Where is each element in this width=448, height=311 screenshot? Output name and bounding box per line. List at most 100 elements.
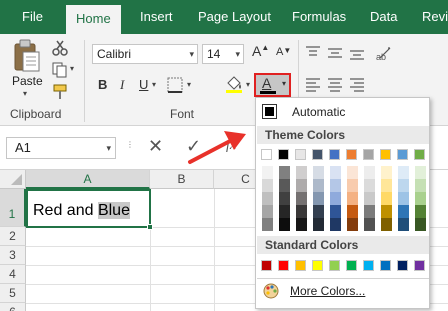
theme-shade-swatch[interactable] — [381, 205, 392, 218]
theme-shade-swatch[interactable] — [313, 205, 324, 218]
paste-button[interactable]: Paste — [12, 74, 43, 88]
theme-shade-swatch[interactable] — [364, 218, 375, 231]
theme-color-swatch[interactable] — [261, 149, 272, 160]
theme-shade-swatch[interactable] — [347, 166, 358, 179]
paste-icon[interactable] — [12, 38, 42, 72]
theme-shade-swatch[interactable] — [313, 166, 324, 179]
standard-color-swatch[interactable] — [414, 260, 425, 271]
horizontal-align-icons[interactable] — [304, 76, 424, 94]
font-name-select[interactable]: Calibri ▾ — [92, 44, 198, 64]
cancel-icon[interactable]: ✕ — [148, 136, 163, 157]
copy-icon[interactable] — [52, 62, 68, 78]
theme-shade-swatch[interactable] — [279, 166, 290, 179]
theme-shade-swatch[interactable] — [415, 179, 426, 192]
tab-page-layout[interactable]: Page Layout — [198, 0, 271, 34]
theme-shade-swatch[interactable] — [347, 179, 358, 192]
format-painter-icon[interactable] — [52, 84, 68, 100]
theme-shade-swatch[interactable] — [381, 218, 392, 231]
cut-icon[interactable] — [52, 40, 68, 56]
fill-handle[interactable] — [147, 224, 153, 230]
standard-color-swatch[interactable] — [261, 260, 272, 271]
theme-shade-swatch[interactable] — [364, 192, 375, 205]
theme-shade-swatch[interactable] — [347, 192, 358, 205]
theme-shade-swatch[interactable] — [262, 166, 273, 179]
theme-shade-swatch[interactable] — [330, 218, 341, 231]
theme-shade-swatch[interactable] — [364, 166, 375, 179]
theme-shade-swatch[interactable] — [381, 179, 392, 192]
standard-color-swatch[interactable] — [329, 260, 340, 271]
theme-color-swatch[interactable] — [312, 149, 323, 160]
tab-insert[interactable]: Insert — [140, 0, 173, 34]
standard-color-swatch[interactable] — [397, 260, 408, 271]
tab-formulas[interactable]: Formulas — [292, 0, 346, 34]
row-header-6[interactable]: 6 — [0, 303, 26, 311]
theme-shade-swatch[interactable] — [296, 166, 307, 179]
copy-chevron-down-icon[interactable]: ▾ — [70, 64, 74, 73]
theme-color-swatch[interactable] — [329, 149, 340, 160]
bold-button[interactable]: B — [98, 77, 107, 92]
standard-color-swatch[interactable] — [278, 260, 289, 271]
borders-icon[interactable] — [166, 76, 184, 94]
theme-color-swatch[interactable] — [278, 149, 289, 160]
theme-color-swatch[interactable] — [380, 149, 391, 160]
theme-shade-swatch[interactable] — [262, 192, 273, 205]
theme-shade-swatch[interactable] — [398, 179, 409, 192]
theme-shade-swatch[interactable] — [279, 179, 290, 192]
theme-shade-swatch[interactable] — [381, 192, 392, 205]
theme-shade-swatch[interactable] — [347, 205, 358, 218]
theme-shade-swatch[interactable] — [364, 179, 375, 192]
standard-color-swatch[interactable] — [346, 260, 357, 271]
automatic-color-option[interactable]: Automatic — [258, 102, 427, 122]
theme-shade-swatch[interactable] — [313, 179, 324, 192]
standard-color-swatch[interactable] — [312, 260, 323, 271]
theme-shade-swatch[interactable] — [415, 192, 426, 205]
theme-color-swatch[interactable] — [363, 149, 374, 160]
theme-shade-swatch[interactable] — [262, 179, 273, 192]
theme-shade-swatch[interactable] — [330, 179, 341, 192]
tab-home[interactable]: Home — [66, 5, 121, 34]
theme-shade-swatch[interactable] — [398, 205, 409, 218]
theme-shade-swatch[interactable] — [330, 205, 341, 218]
vertical-align-icons[interactable]: ab — [304, 44, 424, 62]
theme-shade-swatch[interactable] — [398, 166, 409, 179]
theme-shade-swatch[interactable] — [279, 205, 290, 218]
theme-shade-swatch[interactable] — [296, 192, 307, 205]
italic-button[interactable]: I — [120, 77, 124, 93]
tab-file[interactable]: File — [22, 0, 43, 34]
more-colors-option[interactable]: More Colors... — [258, 280, 427, 302]
underline-chevron-down-icon[interactable]: ▾ — [152, 80, 156, 89]
theme-color-swatch[interactable] — [346, 149, 357, 160]
standard-color-swatch[interactable] — [380, 260, 391, 271]
theme-shade-swatch[interactable] — [330, 192, 341, 205]
row-header-5[interactable]: 5 — [0, 284, 26, 303]
font-color-button[interactable]: A ▾ — [254, 73, 291, 97]
tab-review[interactable]: Revi — [422, 0, 448, 34]
standard-color-swatch[interactable] — [295, 260, 306, 271]
borders-chevron-down-icon[interactable]: ▾ — [187, 80, 191, 89]
theme-shade-swatch[interactable] — [296, 218, 307, 231]
increase-font-size-button[interactable]: A▲ — [252, 43, 269, 59]
row-header-2[interactable]: 2 — [0, 227, 26, 246]
theme-shade-swatch[interactable] — [347, 218, 358, 231]
theme-shade-swatch[interactable] — [279, 192, 290, 205]
theme-shade-swatch[interactable] — [296, 179, 307, 192]
theme-color-swatch[interactable] — [414, 149, 425, 160]
theme-shade-swatch[interactable] — [364, 205, 375, 218]
theme-shade-swatch[interactable] — [415, 205, 426, 218]
theme-shade-swatch[interactable] — [279, 218, 290, 231]
theme-shade-swatch[interactable] — [398, 218, 409, 231]
theme-shade-swatch[interactable] — [262, 218, 273, 231]
column-header-b[interactable]: B — [150, 170, 214, 189]
font-size-select[interactable]: 14 ▾ — [202, 44, 244, 64]
theme-shade-swatch[interactable] — [313, 218, 324, 231]
name-box[interactable]: A1 ▾ — [6, 137, 116, 159]
theme-color-swatch[interactable] — [295, 149, 306, 160]
theme-color-swatch[interactable] — [397, 149, 408, 160]
tab-data[interactable]: Data — [370, 0, 397, 34]
row-header-4[interactable]: 4 — [0, 265, 26, 284]
fill-color-icon[interactable] — [224, 74, 244, 94]
theme-shade-swatch[interactable] — [313, 192, 324, 205]
cell-a1[interactable]: Red and Blue — [26, 189, 153, 230]
theme-shade-swatch[interactable] — [296, 205, 307, 218]
select-all-corner[interactable] — [0, 170, 26, 189]
